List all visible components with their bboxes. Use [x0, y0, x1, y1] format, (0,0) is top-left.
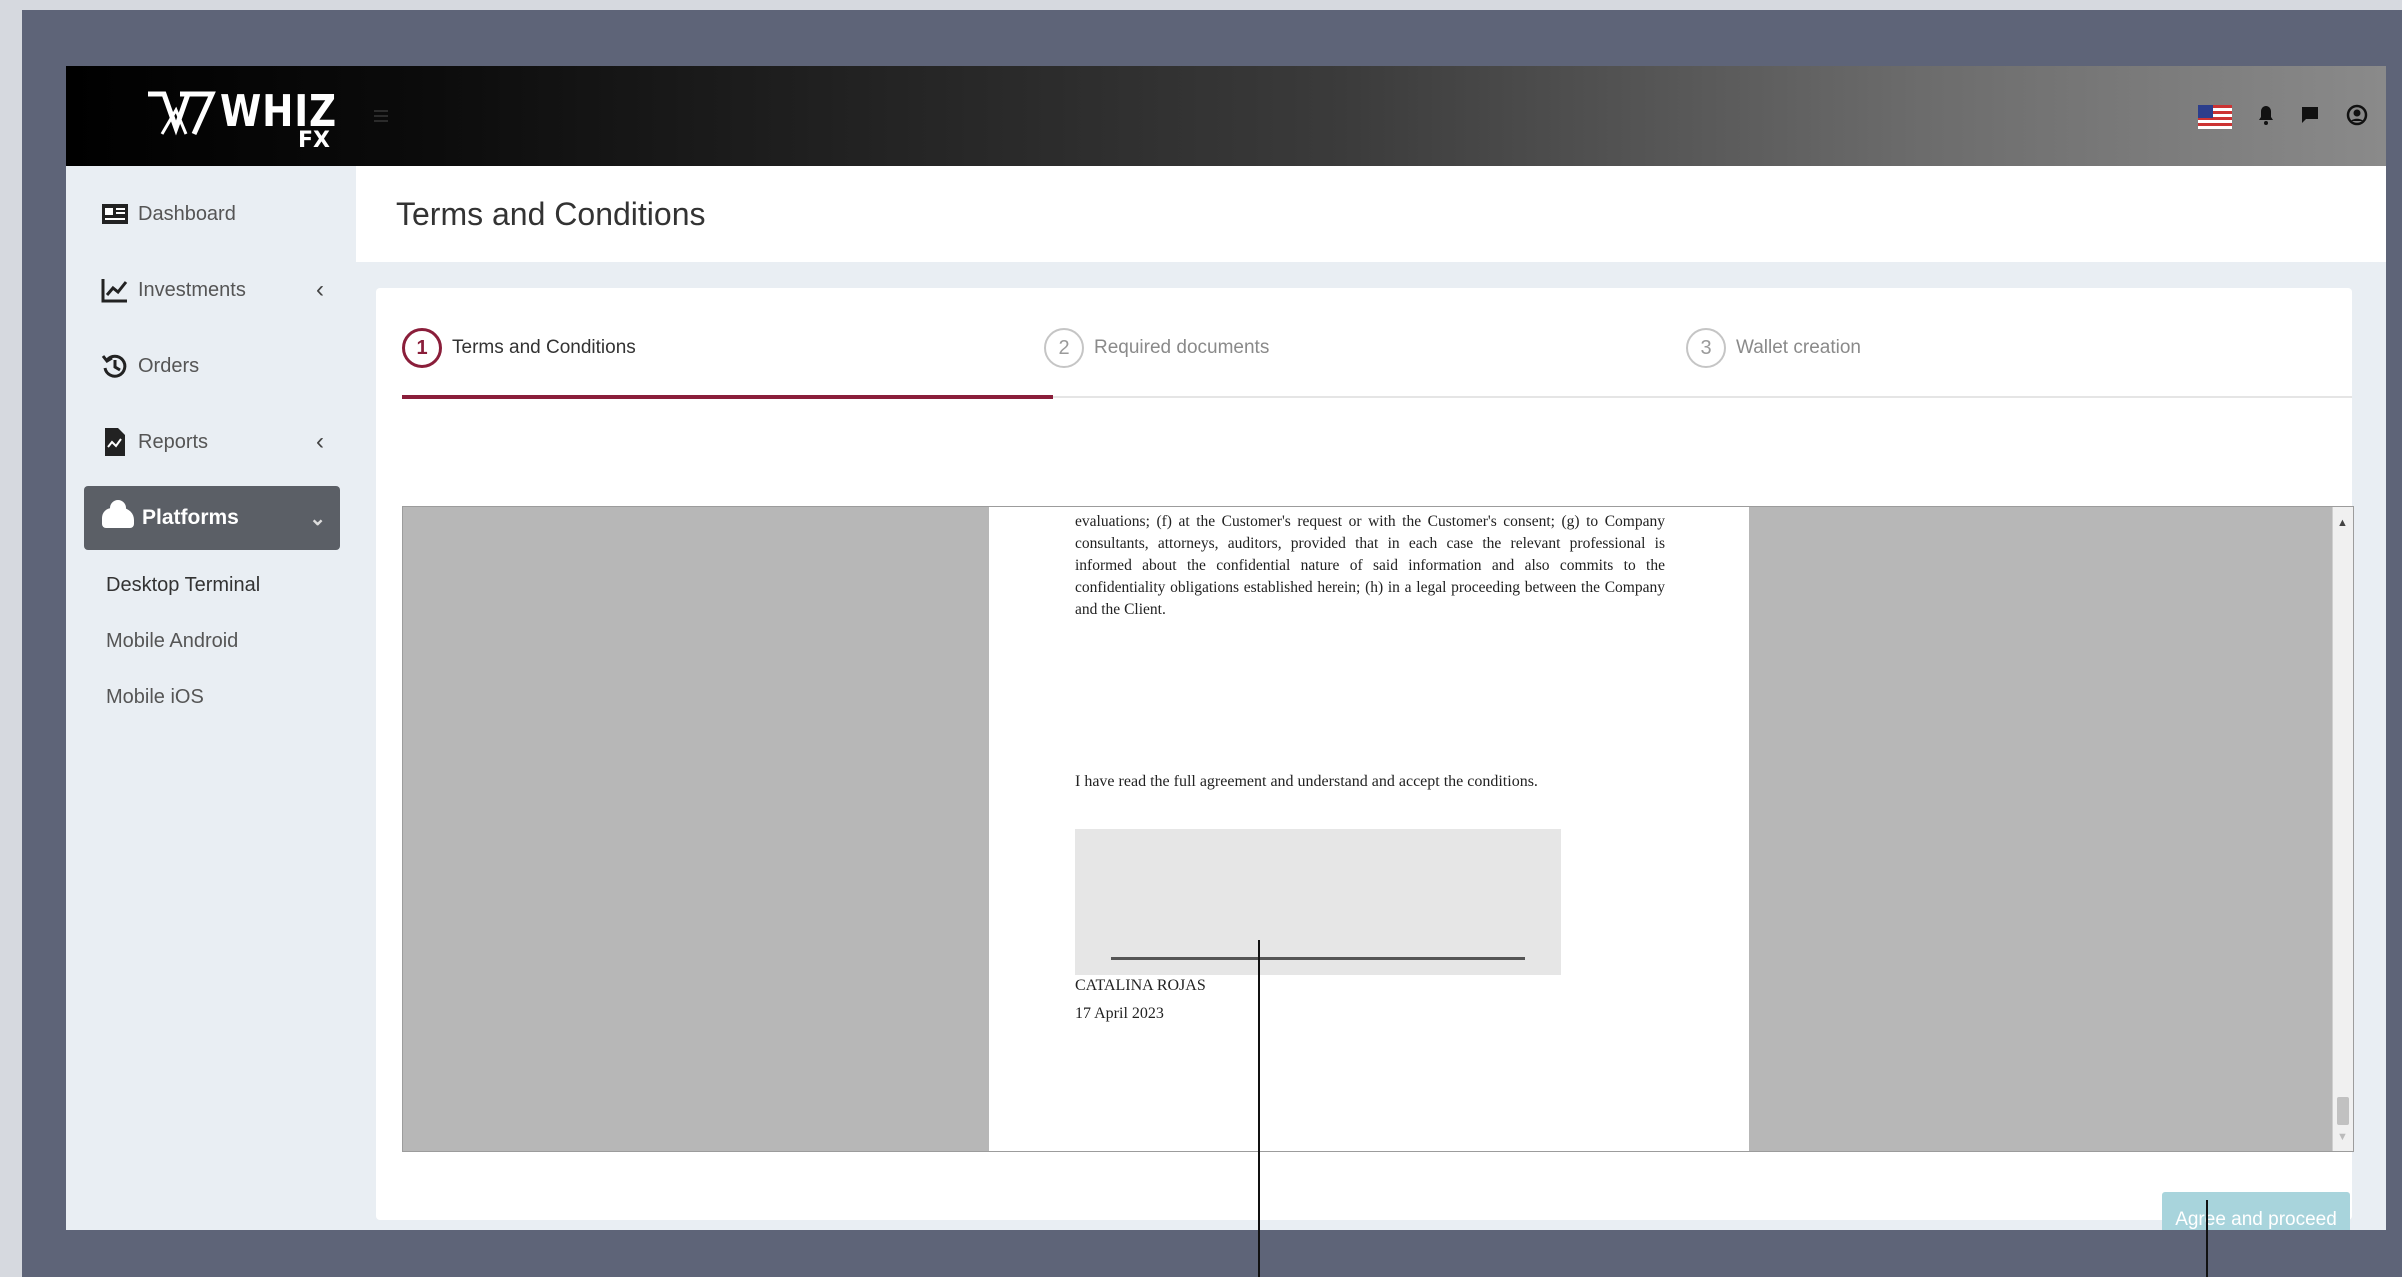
submenu-item-desktop-terminal[interactable]: Desktop Terminal [106, 574, 260, 597]
sidebar-item-dashboard[interactable]: Dashboard [100, 194, 340, 234]
step-number: 2 [1044, 328, 1084, 368]
signature-line [1111, 957, 1525, 960]
sidebar-item-orders[interactable]: Orders [100, 346, 340, 386]
annotation-pointer-line [2206, 1200, 2208, 1277]
sidebar-item-label: Orders [138, 354, 200, 377]
step-label: Terms and Conditions [452, 337, 636, 358]
step-label: Required documents [1094, 337, 1270, 358]
chevron-left-icon: ‹ [316, 428, 324, 455]
stepper-progress [402, 395, 1053, 399]
logo-subtext: FX [298, 128, 330, 153]
sidebar: Dashboard Investments ‹ Orders Reports ‹… [66, 166, 356, 1230]
document-page: evaluations; (f) at the Customer's reque… [989, 507, 1749, 1151]
step-number: 1 [402, 328, 442, 368]
wizard-stepper: 1 Terms and Conditions 2 Required docume… [402, 328, 2352, 399]
cloud-icon [102, 500, 134, 528]
document-viewer[interactable]: evaluations; (f) at the Customer's reque… [402, 506, 2354, 1152]
wizard-card: 1 Terms and Conditions 2 Required docume… [376, 288, 2354, 1230]
signature-box [1075, 829, 1561, 975]
chevron-left-icon: ‹ [316, 276, 324, 303]
user-icon[interactable] [2346, 104, 2368, 131]
acceptance-statement: I have read the full agreement and under… [1075, 773, 1538, 790]
submenu-item-mobile-android[interactable]: Mobile Android [106, 630, 238, 653]
app-window: WHIZ FX Dashboard Investments ‹ Orders R… [66, 66, 2386, 1230]
scroll-thumb[interactable] [2337, 1097, 2349, 1125]
sidebar-item-label: Dashboard [138, 202, 236, 225]
header-actions [2198, 100, 2368, 134]
page-header: Terms and Conditions [356, 166, 2386, 262]
document-scrollbar[interactable]: ▲ ▼ [2332, 507, 2353, 1151]
frame-bezel-left [0, 0, 22, 1277]
sidebar-item-reports[interactable]: Reports ‹ [100, 422, 340, 462]
signer-name: CATALINA ROJAS [1075, 977, 1206, 994]
step-wallet-creation[interactable]: 3 Wallet creation [1686, 328, 1861, 368]
bell-icon[interactable] [2258, 105, 2274, 130]
sidebar-item-label: Platforms [142, 506, 239, 529]
chart-line-icon [100, 275, 130, 305]
step-required-documents[interactable]: 2 Required documents [1044, 328, 1269, 368]
scroll-up-icon[interactable]: ▲ [2337, 517, 2348, 529]
sidebar-item-label: Investments [138, 278, 246, 301]
sidebar-item-label: Reports [138, 430, 209, 453]
terms-paragraph: evaluations; (f) at the Customer's reque… [1075, 513, 1665, 618]
scroll-down-icon[interactable]: ▼ [2337, 1131, 2348, 1143]
agree-and-proceed-button[interactable]: Agree and proceed [2162, 1192, 2350, 1230]
history-icon [100, 351, 130, 381]
logo-mark-icon [148, 91, 216, 136]
chevron-down-icon: ⌄ [309, 507, 326, 530]
sidebar-item-platforms[interactable]: Platforms ⌄ [84, 486, 340, 550]
annotation-pointer-line [1258, 940, 1260, 1277]
sidebar-item-investments[interactable]: Investments ‹ [100, 270, 340, 310]
us-flag-icon[interactable] [2198, 105, 2232, 129]
dashboard-icon [100, 199, 130, 229]
chat-icon[interactable] [2300, 105, 2320, 130]
submenu-item-mobile-ios[interactable]: Mobile iOS [106, 686, 204, 709]
step-terms[interactable]: 1 Terms and Conditions [402, 328, 636, 368]
page-title: Terms and Conditions [396, 196, 706, 232]
step-label: Wallet creation [1736, 337, 1861, 358]
menu-toggle-icon[interactable] [374, 110, 388, 122]
screenshot-frame: WHIZ FX Dashboard Investments ‹ Orders R… [0, 0, 2402, 1277]
top-header: WHIZ FX [66, 66, 2386, 166]
step-number: 3 [1686, 328, 1726, 368]
file-chart-icon [100, 427, 130, 457]
whizfx-logo[interactable]: WHIZ FX [146, 84, 366, 153]
frame-bezel-top [0, 0, 2402, 10]
signed-date: 17 April 2023 [1075, 1005, 1164, 1022]
